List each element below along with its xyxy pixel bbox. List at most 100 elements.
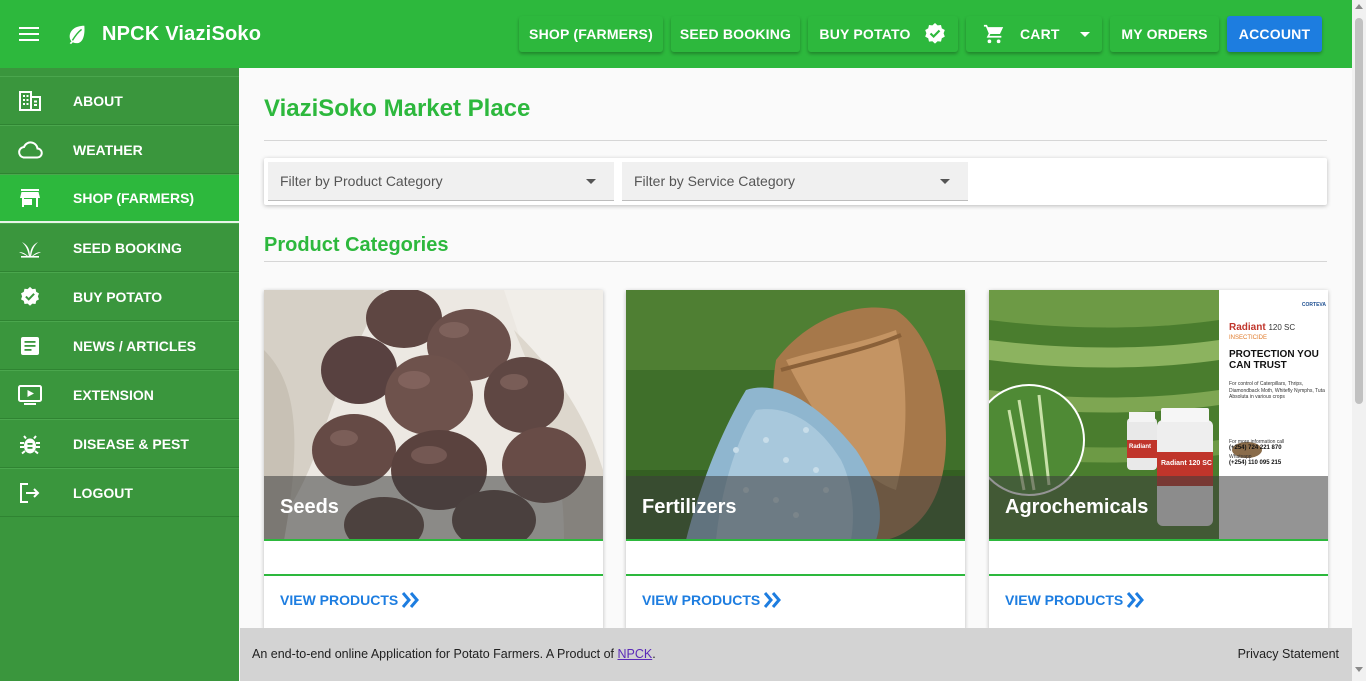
nav-buy-potato-button[interactable]: BUY POTATO bbox=[808, 16, 958, 52]
page-title: ViaziSoko Market Place bbox=[264, 95, 531, 122]
divider bbox=[264, 140, 1327, 141]
view-products-label: VIEW PRODUCTS bbox=[642, 592, 761, 608]
divider bbox=[626, 574, 965, 576]
divider bbox=[264, 574, 603, 576]
cart-icon bbox=[983, 24, 1004, 44]
section-title: Product Categories bbox=[264, 234, 449, 256]
verified-badge-icon bbox=[16, 285, 44, 309]
nav-account-button[interactable]: ACCOUNT bbox=[1227, 16, 1322, 52]
view-products-link[interactable]: VIEW PRODUCTS bbox=[1005, 592, 1145, 608]
double-chevron-right-icon bbox=[764, 592, 782, 608]
nav-account-label: ACCOUNT bbox=[1238, 26, 1311, 42]
sidebar-item-extension[interactable]: EXTENSION bbox=[0, 370, 239, 419]
sidebar-item-logout[interactable]: LOGOUT bbox=[0, 468, 239, 517]
sidebar-item-news-articles[interactable]: NEWS / ARTICLES bbox=[0, 321, 239, 370]
nav-shop-farmers-button[interactable]: SHOP (FARMERS) bbox=[519, 16, 663, 52]
nav-cart-label: CART bbox=[1020, 26, 1060, 42]
divider bbox=[264, 261, 1327, 262]
service-category-select[interactable]: Filter by Service Category bbox=[622, 162, 968, 201]
bottle-label-1: Radiant bbox=[1129, 444, 1152, 450]
dropdown-arrow-icon bbox=[586, 179, 596, 184]
hamburger-menu-icon bbox=[19, 27, 39, 41]
sidebar-item-shop-farmers[interactable]: SHOP (FARMERS) bbox=[0, 174, 239, 223]
chevron-down-icon bbox=[1079, 31, 1090, 37]
article-icon bbox=[16, 334, 44, 358]
menu-button[interactable] bbox=[0, 0, 58, 68]
footer-text: An end-to-end online Application for Pot… bbox=[252, 647, 656, 661]
filter-bar: Filter by Product Category Filter by Ser… bbox=[264, 158, 1327, 205]
view-products-label: VIEW PRODUCTS bbox=[1005, 592, 1124, 608]
ad-product-type: INSECTICIDE bbox=[1229, 335, 1268, 341]
ad-product-suffix: 120 SC bbox=[1268, 323, 1296, 332]
sidebar-item-label: WEATHER bbox=[73, 141, 143, 158]
nav-seed-booking-button[interactable]: SEED BOOKING bbox=[671, 16, 800, 52]
store-icon bbox=[16, 186, 44, 210]
main-content: ViaziSoko Market Place Filter by Product… bbox=[240, 68, 1352, 628]
divider bbox=[626, 539, 965, 541]
bottle-label-2: Radiant 120 SC bbox=[1161, 460, 1212, 467]
sidebar-item-buy-potato[interactable]: BUY POTATO bbox=[0, 272, 239, 321]
sidebar-item-label: NEWS / ARTICLES bbox=[73, 337, 197, 354]
footer-text-after: . bbox=[652, 647, 656, 661]
building-icon bbox=[16, 89, 44, 113]
double-chevron-right-icon bbox=[402, 592, 420, 608]
sidebar: ABOUT WEATHER SHOP (FARMERS) SEED BOOKIN… bbox=[0, 68, 239, 681]
video-icon bbox=[16, 383, 44, 407]
scroll-up-arrow-icon[interactable] bbox=[1355, 4, 1363, 9]
view-products-link[interactable]: VIEW PRODUCTS bbox=[280, 592, 420, 608]
corteva-logo-text: CORTEVA bbox=[1301, 302, 1326, 308]
footer-text-before: An end-to-end online Application for Pot… bbox=[252, 647, 618, 661]
leaf-icon bbox=[69, 25, 85, 45]
brand[interactable]: NPCK ViaziSoko bbox=[66, 23, 261, 46]
scrollbar[interactable] bbox=[1352, 0, 1366, 681]
sidebar-item-disease-pest[interactable]: DISEASE & PEST bbox=[0, 419, 239, 468]
ad-phone-2: (+254) 110 095 215 bbox=[1229, 459, 1282, 466]
divider bbox=[989, 574, 1328, 576]
nav-my-orders-label: MY ORDERS bbox=[1121, 26, 1208, 42]
service-category-placeholder: Filter by Service Category bbox=[634, 173, 796, 189]
sidebar-item-label: EXTENSION bbox=[73, 386, 154, 403]
privacy-statement-link[interactable]: Privacy Statement bbox=[1238, 647, 1339, 661]
ad-headline: PROTECTION YOU CAN TRUST bbox=[1229, 349, 1319, 371]
logout-icon bbox=[16, 481, 44, 505]
sidebar-item-seed-booking[interactable]: SEED BOOKING bbox=[0, 223, 239, 272]
dropdown-arrow-icon bbox=[940, 179, 950, 184]
nav-my-orders-button[interactable]: MY ORDERS bbox=[1110, 16, 1219, 52]
nav-seed-booking-label: SEED BOOKING bbox=[679, 26, 792, 42]
double-chevron-right-icon bbox=[1127, 592, 1145, 608]
verified-badge-icon bbox=[924, 23, 945, 44]
ad-body: For control of Caterpillars, Thrips, Dia… bbox=[1229, 381, 1325, 400]
footer: An end-to-end online Application for Pot… bbox=[240, 628, 1352, 681]
divider bbox=[264, 539, 603, 541]
divider bbox=[989, 539, 1328, 541]
card-title: Seeds bbox=[280, 496, 339, 518]
nav-shop-label: SHOP (FARMERS) bbox=[529, 26, 653, 42]
sidebar-item-label: LOGOUT bbox=[73, 484, 133, 501]
sidebar-item-label: DISEASE & PEST bbox=[73, 435, 189, 452]
product-category-select[interactable]: Filter by Product Category bbox=[268, 162, 614, 201]
ad-phone-1: (+254) 724 221 870 bbox=[1229, 444, 1282, 451]
product-category-placeholder: Filter by Product Category bbox=[280, 173, 443, 189]
nav-cart-button[interactable]: CART bbox=[966, 16, 1102, 52]
bug-icon bbox=[16, 432, 44, 456]
seedling-icon bbox=[16, 236, 44, 260]
npck-link[interactable]: NPCK bbox=[618, 647, 653, 661]
ad-product-name: Radiant bbox=[1229, 322, 1266, 333]
category-card-seeds: Seeds VIEW PRODUCTS bbox=[264, 290, 603, 628]
nav-buy-potato-label: BUY POTATO bbox=[819, 26, 911, 42]
view-products-link[interactable]: VIEW PRODUCTS bbox=[642, 592, 782, 608]
sidebar-item-about[interactable]: ABOUT bbox=[0, 76, 239, 125]
app-title: NPCK ViaziSoko bbox=[102, 22, 262, 45]
sidebar-item-label: BUY POTATO bbox=[73, 288, 163, 305]
cloud-icon bbox=[16, 138, 44, 162]
sidebar-item-label: ABOUT bbox=[73, 92, 123, 109]
sidebar-item-label: SHOP (FARMERS) bbox=[73, 190, 195, 206]
scroll-thumb[interactable] bbox=[1355, 18, 1363, 404]
scroll-down-arrow-icon[interactable] bbox=[1355, 667, 1363, 672]
app-bar: NPCK ViaziSoko SHOP (FARMERS) SEED BOOKI… bbox=[0, 0, 1352, 68]
view-products-label: VIEW PRODUCTS bbox=[280, 592, 399, 608]
sidebar-item-weather[interactable]: WEATHER bbox=[0, 125, 239, 174]
card-title: Agrochemicals bbox=[1005, 496, 1149, 518]
sidebar-item-label: SEED BOOKING bbox=[73, 239, 182, 256]
category-card-agrochemicals: CORTEVA Radiant 120 SC INSECTICIDE PROTE… bbox=[989, 290, 1328, 628]
